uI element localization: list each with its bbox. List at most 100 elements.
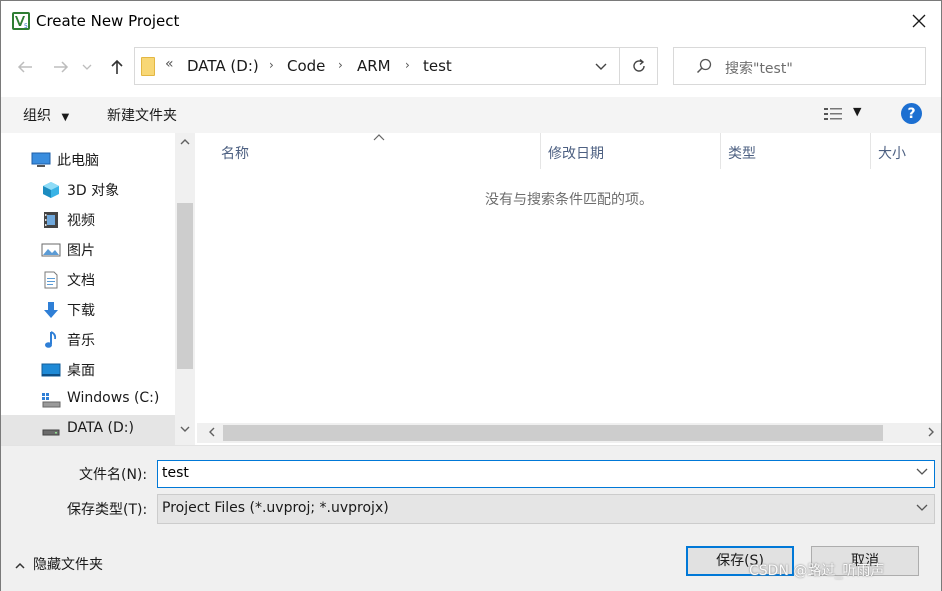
empty-folder-message: 没有与搜索条件匹配的项。	[485, 192, 653, 208]
search-icon	[696, 58, 712, 74]
up-button[interactable]	[103, 53, 131, 81]
nav-item-this-pc[interactable]: 此电脑	[1, 145, 175, 175]
caret-down-icon: ▼	[61, 112, 70, 123]
computer-icon	[31, 152, 51, 167]
navigation-pane: 此电脑 3D 对象 视频 图片 文档 下载 音乐 桌面 Windows (C:)…	[1, 133, 197, 445]
keil-uvision-icon: 5	[12, 12, 30, 30]
caret-up-icon	[15, 561, 25, 572]
chevron-right-icon: ›	[338, 58, 343, 72]
video-icon	[44, 212, 58, 228]
nav-label: Windows (C:)	[67, 390, 160, 406]
filetype-select[interactable]: Project Files (*.uvproj; *.uvprojx)	[157, 494, 935, 524]
breadcrumb-test[interactable]: test	[423, 57, 452, 75]
hide-folders-toggle[interactable]: 隐藏文件夹	[15, 554, 103, 574]
column-header-name[interactable]: 名称	[197, 133, 540, 169]
arrow-left-icon	[17, 61, 32, 73]
recent-locations-button[interactable]	[77, 53, 97, 81]
organize-menu[interactable]: 组织 ▼	[23, 105, 69, 125]
nav-item-drive-d[interactable]: DATA (D:)	[1, 415, 175, 445]
scroll-down-icon[interactable]	[175, 425, 195, 443]
drive-c-icon	[42, 393, 61, 408]
filename-input[interactable]: test	[157, 460, 935, 488]
chevron-down-icon	[595, 63, 607, 70]
column-header-type[interactable]: 类型	[721, 133, 870, 169]
arrow-up-icon	[111, 59, 123, 74]
scroll-right-icon[interactable]	[921, 423, 941, 443]
filename-label: 文件名(N):	[79, 467, 148, 483]
save-form: 文件名(N): test 保存类型(T): Project Files (*.u…	[1, 445, 941, 591]
sort-ascending-icon	[373, 133, 385, 144]
pictures-icon	[41, 243, 61, 257]
chevron-right-icon: ›	[405, 58, 410, 72]
scroll-up-icon[interactable]	[175, 137, 195, 155]
drive-d-icon	[42, 429, 60, 436]
documents-icon	[44, 271, 58, 289]
nav-label: 此电脑	[57, 153, 99, 169]
breadcrumb-arm[interactable]: ARM	[357, 57, 391, 75]
chevron-down-icon	[82, 64, 92, 70]
svg-text:5: 5	[24, 23, 28, 30]
chevron-down-icon[interactable]	[916, 465, 928, 478]
window-title: Create New Project	[36, 12, 180, 30]
arrow-right-icon	[54, 61, 69, 73]
search-input[interactable]: 搜索"test"	[673, 47, 926, 85]
nav-item-3d-objects[interactable]: 3D 对象	[1, 175, 175, 205]
back-button[interactable]	[11, 53, 39, 81]
column-header-size[interactable]: 大小	[871, 133, 939, 169]
download-icon	[44, 302, 58, 318]
refresh-icon	[633, 58, 645, 72]
nav-item-documents[interactable]: 文档	[1, 265, 175, 295]
watermark-text: CSDN @路过_听雨声	[749, 563, 885, 579]
file-list: 名称 修改日期 类型 大小 没有与搜索条件匹配的项。	[197, 133, 941, 445]
nav-label: 文档	[67, 273, 95, 289]
command-bar: 组织 ▼ 新建文件夹 ▼	[1, 97, 941, 133]
address-bar[interactable]: « DATA (D:) › Code › ARM › test	[134, 47, 658, 85]
view-options-icon[interactable]	[823, 106, 843, 122]
nav-label: DATA (D:)	[67, 420, 134, 436]
desktop-icon	[41, 363, 61, 377]
column-header-label: 类型	[728, 146, 756, 162]
overflow-chevron[interactable]: «	[165, 56, 174, 72]
filetype-label: 保存类型(T):	[67, 502, 148, 518]
view-dropdown-caret-icon[interactable]: ▼	[853, 105, 861, 118]
nav-vertical-scrollbar[interactable]	[175, 133, 195, 445]
create-project-dialog: 5 Create New Project « DATA (D:) › Code …	[0, 0, 942, 591]
filetype-value: Project Files (*.uvproj; *.uvprojx)	[162, 500, 389, 516]
3d-objects-icon	[43, 182, 59, 198]
nav-item-downloads[interactable]: 下载	[1, 295, 175, 325]
column-header-label: 修改日期	[548, 146, 604, 162]
nav-label: 音乐	[67, 333, 95, 349]
folder-icon	[141, 57, 155, 76]
nav-item-desktop[interactable]: 桌面	[1, 355, 175, 385]
column-header-label: 名称	[221, 146, 249, 162]
address-history-dropdown[interactable]	[583, 48, 619, 84]
organize-label: 组织	[23, 108, 51, 124]
nav-label: 图片	[67, 243, 95, 259]
nav-item-pictures[interactable]: 图片	[1, 235, 175, 265]
hide-folders-label: 隐藏文件夹	[33, 557, 103, 573]
breadcrumb-data-d[interactable]: DATA (D:)	[187, 57, 259, 75]
nav-label: 3D 对象	[67, 183, 120, 199]
filename-value: test	[162, 465, 189, 481]
nav-label: 桌面	[67, 363, 95, 379]
scrollbar-thumb[interactable]	[177, 203, 193, 369]
close-button[interactable]	[897, 1, 941, 41]
list-horizontal-scrollbar[interactable]	[197, 423, 941, 443]
new-folder-button[interactable]: 新建文件夹	[107, 105, 177, 125]
column-header-label: 大小	[878, 146, 906, 162]
column-header-date-modified[interactable]: 修改日期	[541, 133, 720, 169]
music-icon	[45, 331, 57, 348]
nav-item-music[interactable]: 音乐	[1, 325, 175, 355]
scrollbar-thumb[interactable]	[223, 425, 883, 441]
search-placeholder: 搜索"test"	[725, 61, 793, 77]
help-button[interactable]: ?	[901, 103, 922, 124]
forward-button[interactable]	[47, 53, 75, 81]
title-bar: 5 Create New Project	[1, 1, 941, 41]
nav-item-drive-c[interactable]: Windows (C:)	[1, 385, 175, 415]
close-icon	[912, 14, 926, 28]
breadcrumb-code[interactable]: Code	[287, 57, 325, 75]
nav-item-videos[interactable]: 视频	[1, 205, 175, 235]
scroll-left-icon[interactable]	[201, 423, 221, 443]
nav-label: 下载	[67, 303, 95, 319]
refresh-button[interactable]	[620, 48, 658, 84]
